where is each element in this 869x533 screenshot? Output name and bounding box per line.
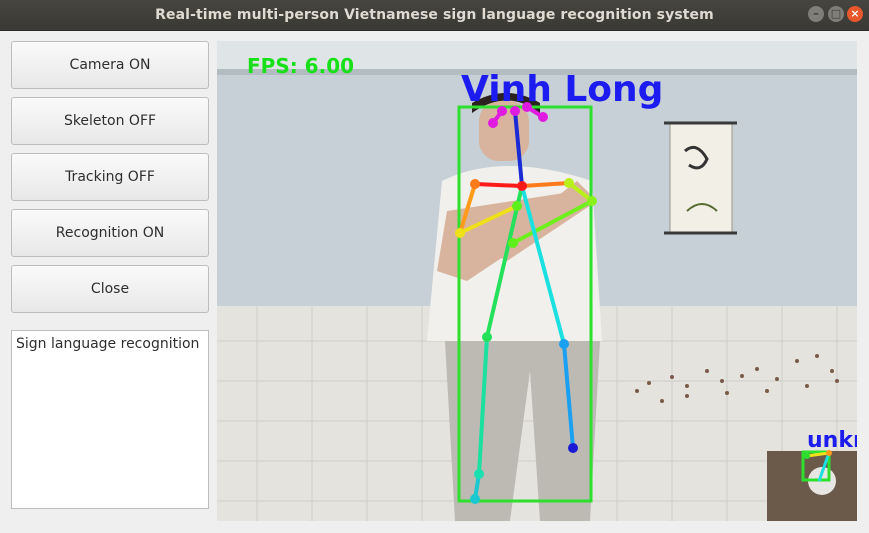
window-title: Real-time multi-person Vietnamese sign l… <box>155 7 714 23</box>
camera-view: FPS: 6.00 Vinh Long unkr <box>217 41 857 521</box>
close-icon[interactable]: × <box>847 6 863 22</box>
skeleton-button[interactable]: Skeleton OFF <box>11 97 209 145</box>
title-bar: Real-time multi-person Vietnamese sign l… <box>0 0 869 31</box>
second-person-label: unkr <box>807 428 857 453</box>
maximize-icon[interactable]: □ <box>828 6 844 22</box>
camera-button[interactable]: Camera ON <box>11 41 209 89</box>
tracking-button[interactable]: Tracking OFF <box>11 153 209 201</box>
recognition-button[interactable]: Recognition ON <box>11 209 209 257</box>
fps-counter: FPS: 6.00 <box>247 54 354 78</box>
wall-scroll <box>669 122 733 234</box>
recognition-output-text: Sign language recognition <box>16 336 200 352</box>
recognition-output-panel[interactable]: Sign language recognition <box>11 330 209 509</box>
video-frame: FPS: 6.00 Vinh Long unkr <box>217 41 857 521</box>
person-recognition-label: Vinh Long <box>461 69 663 110</box>
app-window: Real-time multi-person Vietnamese sign l… <box>0 0 869 533</box>
close-button[interactable]: Close <box>11 265 209 313</box>
minimize-icon[interactable]: – <box>808 6 824 22</box>
